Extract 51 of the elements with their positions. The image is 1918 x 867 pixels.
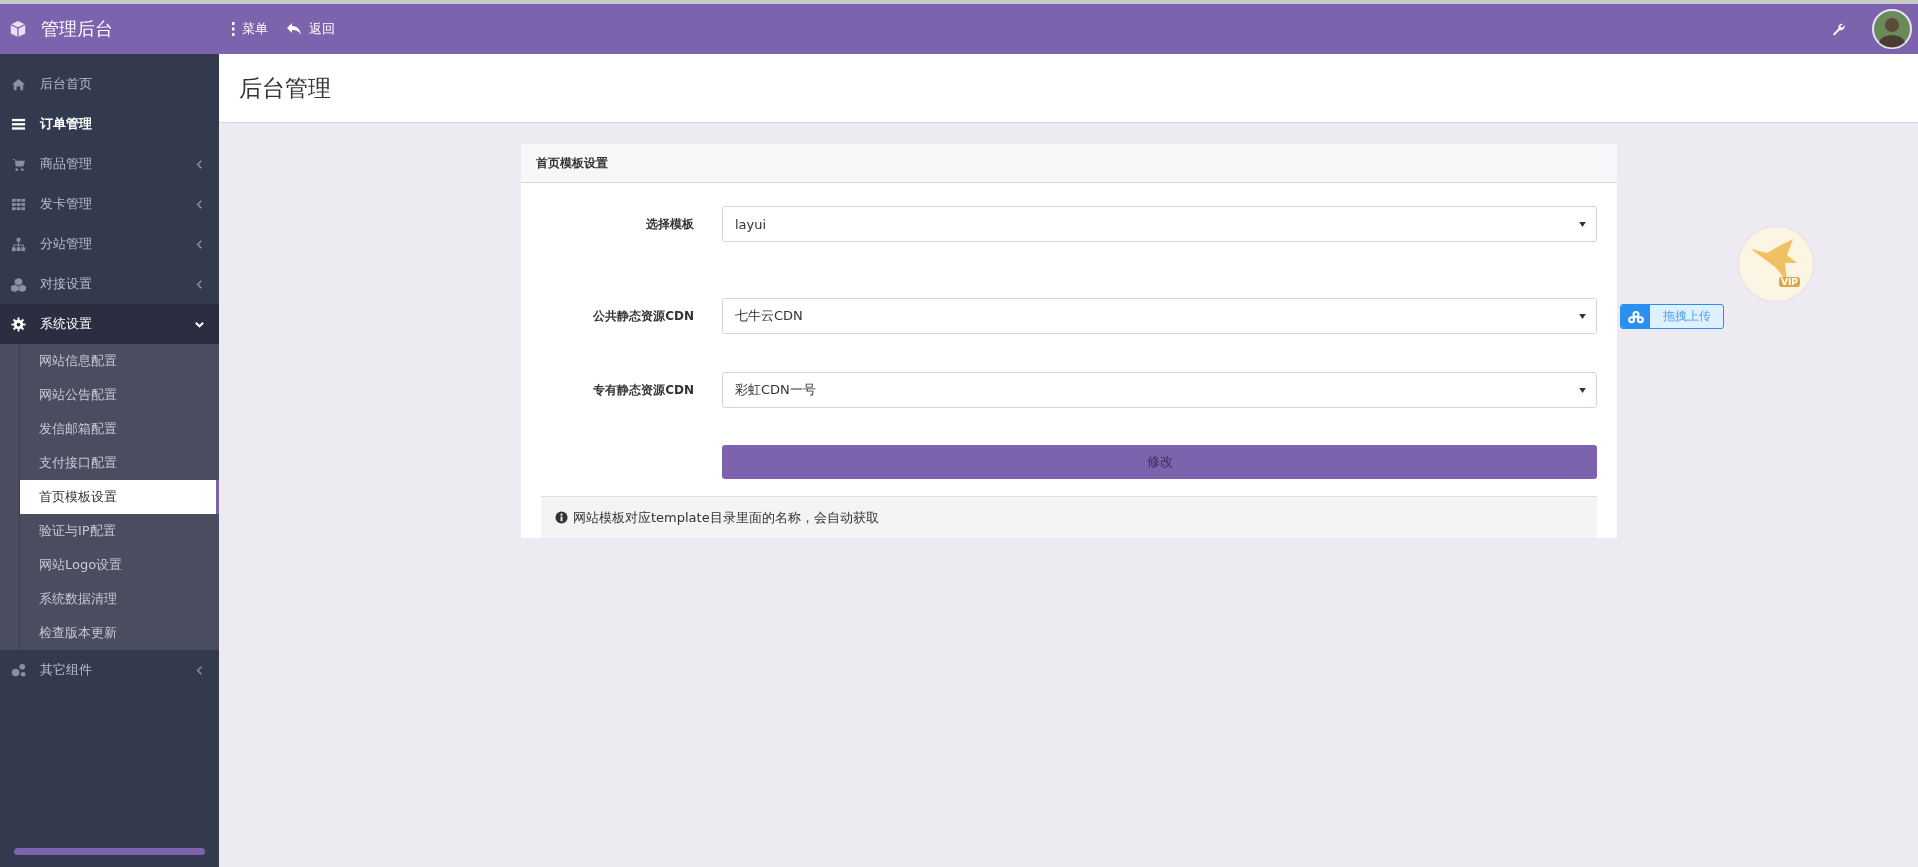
sitemap-icon xyxy=(11,236,26,252)
chevron-left-icon xyxy=(194,238,205,250)
field-label: 专有静态资源CDN xyxy=(592,381,694,399)
select-field[interactable]: 七牛云CDN xyxy=(722,298,1597,334)
field-label: 选择模板 xyxy=(645,215,694,233)
sidebar-item[interactable]: 其它组件 xyxy=(0,650,219,690)
submenu-item[interactable]: 检查版本更新 xyxy=(19,616,219,650)
menu-icon xyxy=(231,22,235,36)
sidebar-item[interactable]: 对接设置 xyxy=(0,264,219,304)
panel-title: 首页模板设置 xyxy=(536,154,608,172)
chevron-left-icon xyxy=(194,278,205,290)
sidebar-item[interactable]: 系统设置 xyxy=(0,304,219,344)
grid-icon xyxy=(11,196,26,212)
submenu-item[interactable]: 网站Logo设置 xyxy=(19,548,219,582)
caret-icon xyxy=(1579,387,1586,393)
cloud-icon xyxy=(1626,309,1645,324)
menu-link[interactable]: 菜单 xyxy=(231,20,268,38)
list-icon xyxy=(11,116,26,132)
chevron-left-icon xyxy=(194,198,205,210)
field-label: 公共静态资源CDN xyxy=(592,307,694,325)
scrollbar[interactable] xyxy=(14,848,205,855)
wrench-icon[interactable] xyxy=(1831,21,1846,37)
avatar[interactable] xyxy=(1872,9,1912,49)
gear-icon xyxy=(11,316,26,332)
submenu-item[interactable]: 网站信息配置 xyxy=(19,344,219,378)
chevron-left-icon xyxy=(194,158,205,170)
select-field[interactable]: layui xyxy=(722,206,1597,242)
submenu-item[interactable]: 系统数据清理 xyxy=(19,582,219,616)
app-title: 管理后台 xyxy=(41,17,113,41)
back-link[interactable]: 返回 xyxy=(286,20,335,38)
cart-icon xyxy=(11,156,26,172)
page-title: 后台管理 xyxy=(239,73,331,103)
chevron-left-icon xyxy=(194,664,205,676)
back-arrow-icon xyxy=(286,22,302,36)
info-icon xyxy=(555,511,568,524)
select-field[interactable]: 彩虹CDN一号 xyxy=(722,372,1597,408)
submenu-item[interactable]: 网站公告配置 xyxy=(19,378,219,412)
home-icon xyxy=(11,76,26,92)
cubes-icon xyxy=(11,276,26,292)
submenu-item[interactable]: 首页模板设置 xyxy=(19,480,219,514)
submenu-item[interactable]: 发信邮箱配置 xyxy=(19,412,219,446)
sidebar-item[interactable]: 分站管理 xyxy=(0,224,219,264)
caret-icon xyxy=(1579,313,1586,319)
help-text: 网站模板对应template目录里面的名称，会自动获取 xyxy=(573,508,879,527)
sidebar-item[interactable]: 后台首页 xyxy=(0,64,219,104)
submenu-item[interactable]: 验证与IP配置 xyxy=(19,514,219,548)
sidebar-item[interactable]: 订单管理 xyxy=(0,104,219,144)
caret-icon xyxy=(1579,221,1586,227)
sidebar-item[interactable]: 发卡管理 xyxy=(0,184,219,224)
cube-icon xyxy=(9,20,27,38)
sidebar-item[interactable]: 商品管理 xyxy=(0,144,219,184)
